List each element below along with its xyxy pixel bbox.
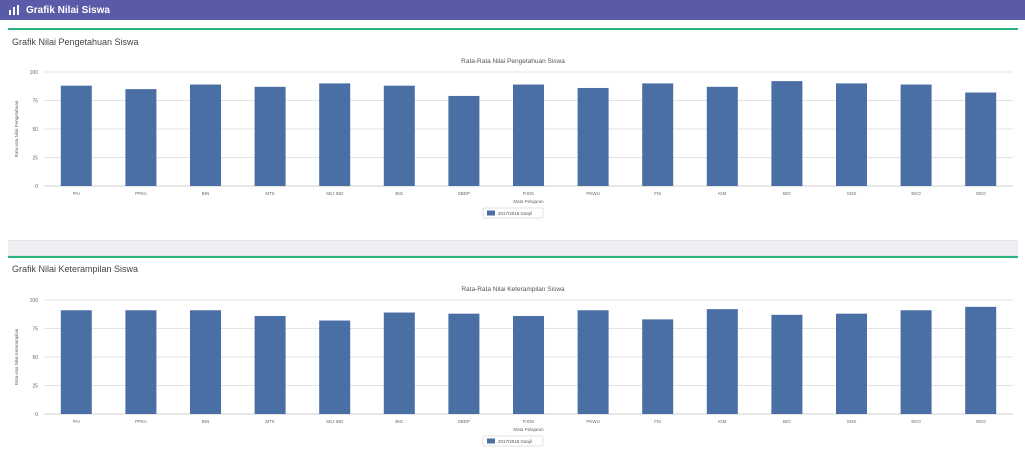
legend-swatch	[487, 210, 495, 216]
bar	[900, 84, 932, 186]
bar	[60, 85, 92, 186]
legend: 2017/2018 Ganjil	[482, 435, 544, 447]
bar	[512, 315, 545, 414]
x-tick-label: FIS	[654, 419, 661, 424]
x-tick-label: PAI	[73, 419, 80, 424]
bar	[771, 81, 803, 186]
y-axis-label: Rata-rata Nilai Pengetahuan	[14, 100, 19, 157]
x-tick-label: EKO	[911, 191, 921, 196]
x-tick-label: SEJ IND	[326, 191, 344, 196]
panel-divider	[8, 28, 1018, 30]
x-tick-label: EKO	[911, 419, 921, 424]
x-tick-label: SBDP	[458, 191, 470, 196]
x-tick-label: BIG	[395, 191, 403, 196]
x-tick-label: KIM	[718, 191, 726, 196]
bar	[60, 310, 92, 414]
x-tick-label: KIM	[718, 419, 726, 424]
legend-label: 2017/2018 Ganjil	[498, 211, 532, 216]
x-tick-label: PJOK	[523, 191, 535, 196]
x-tick-label: SEJ IND	[326, 419, 344, 424]
bar	[642, 83, 674, 186]
x-tick-label: SBDP	[458, 419, 470, 424]
x-tick-label: BIO	[783, 191, 791, 196]
x-tick-label: MTK	[265, 419, 275, 424]
x-tick-label: PPKn	[135, 191, 147, 196]
x-tick-label: BIN	[202, 191, 210, 196]
bar	[383, 85, 415, 186]
x-axis-label: Mata Pelajaran	[513, 199, 544, 204]
bar	[706, 86, 738, 186]
bar	[383, 312, 415, 414]
page-header: Grafik Nilai Siswa	[0, 0, 1025, 20]
x-tick-label: SOS	[847, 191, 857, 196]
x-tick-label: SOS	[847, 419, 857, 424]
panel-divider	[8, 256, 1018, 258]
bar	[125, 89, 157, 186]
bar	[965, 92, 997, 186]
bar	[512, 84, 545, 186]
y-tick-label: 0	[35, 184, 38, 190]
legend-label: 2017/2018 Ganjil	[498, 439, 532, 444]
chart-keterampilan: Rata-Rata Nilai Keterampilan Siswa 0 25 50 7…	[14, 286, 1013, 447]
x-tick-label: GEO	[976, 191, 987, 196]
y-axis-label: Rata-rata Nilai Keterampilan	[14, 328, 19, 385]
bar	[706, 309, 738, 414]
x-tick-label: FIS	[654, 191, 661, 196]
bar	[189, 84, 222, 186]
bar	[189, 310, 222, 414]
x-tick-label: PAI	[73, 191, 80, 196]
page-title: Grafik Nilai Siswa	[26, 4, 110, 16]
x-tick-label: PKWU	[586, 191, 600, 196]
bar	[125, 310, 157, 414]
legend: 2017/2018 Ganjil	[482, 207, 544, 219]
bar	[448, 95, 480, 186]
x-tick-label: PKWU	[586, 419, 600, 424]
x-tick-label: GEO	[976, 419, 987, 424]
y-tick-label: 50	[32, 127, 38, 133]
bar	[254, 315, 286, 414]
chart-title: Rata-Rata Nilai Pengetahuan Siswa	[461, 58, 565, 65]
panel-title-pengetahuan: Grafik Nilai Pengetahuan Siswa	[12, 37, 139, 47]
panel-title-keterampilan: Grafik Nilai Keterampilan Siswa	[12, 264, 139, 274]
bar	[835, 313, 868, 414]
x-tick-label: BIG	[395, 419, 403, 424]
bar	[642, 319, 674, 414]
y-tick-label: 25	[32, 156, 38, 162]
bar	[448, 313, 480, 414]
x-tick-label: PPKn	[135, 419, 147, 424]
x-tick-label: BIN	[202, 419, 210, 424]
x-tick-label: PJOK	[523, 419, 535, 424]
x-tick-label: BIO	[783, 419, 791, 424]
bar	[771, 314, 803, 414]
y-tick-label: 75	[32, 327, 38, 333]
legend-swatch	[487, 438, 495, 444]
chart-pengetahuan: Rata-Rata Nilai Pengetahuan Siswa 0 25 50 75…	[14, 58, 1013, 219]
bar	[577, 310, 609, 414]
y-tick-label: 100	[30, 298, 39, 304]
bar	[900, 310, 932, 414]
x-axis-label: Mata Pelajaran	[513, 427, 544, 432]
bar	[577, 87, 609, 186]
bar	[965, 306, 997, 414]
y-tick-label: 0	[35, 412, 38, 418]
bar	[254, 86, 286, 186]
bar	[319, 83, 351, 186]
y-tick-label: 50	[32, 355, 38, 361]
bar	[835, 83, 868, 186]
y-tick-label: 100	[30, 70, 39, 76]
x-tick-label: MTK	[265, 191, 275, 196]
chart-icon	[8, 4, 20, 16]
y-tick-label: 75	[32, 99, 38, 105]
bar	[319, 320, 351, 414]
chart-title: Rata-Rata Nilai Keterampilan Siswa	[461, 286, 565, 293]
y-tick-label: 25	[32, 384, 38, 390]
panel-separator	[8, 240, 1018, 256]
